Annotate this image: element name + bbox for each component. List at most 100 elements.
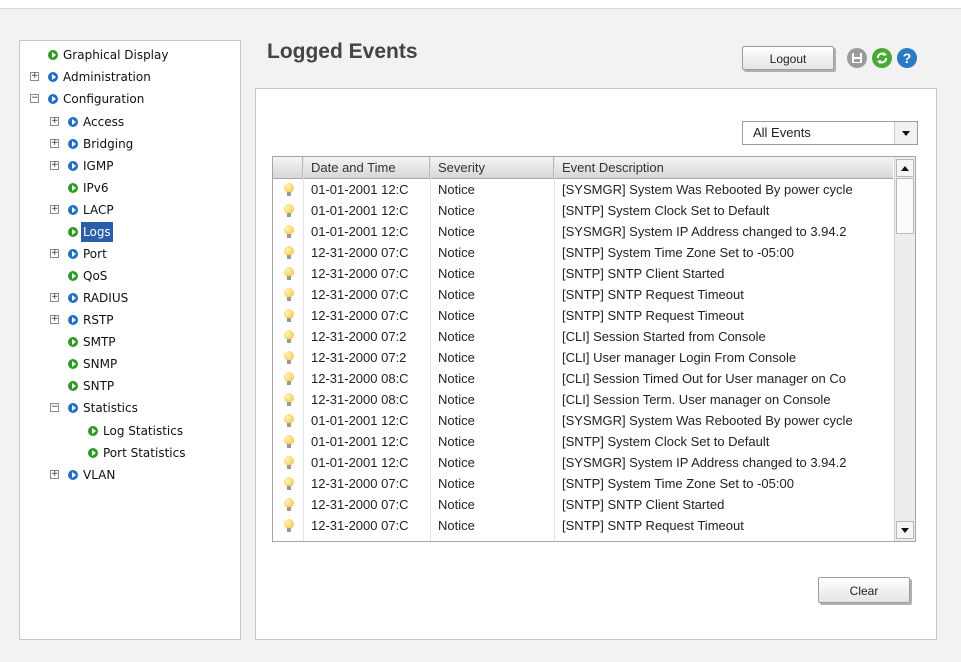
sidebar-item-label[interactable]: Configuration — [63, 89, 144, 109]
cell-date-time: 12-31-2000 07:C — [311, 266, 409, 281]
cell-date-time: 01-01-2001 12:C — [311, 224, 409, 239]
lightbulb-icon — [284, 414, 294, 427]
header-event-description[interactable]: Event Description — [554, 157, 893, 178]
sidebar-item-label[interactable]: QoS — [83, 266, 107, 286]
table-row[interactable]: 12-31-2000 08:C Notice [CLI] Session Term.… — [273, 389, 893, 410]
sidebar-item-label[interactable]: Graphical Display — [63, 45, 168, 65]
arrow-bullet-icon — [68, 161, 78, 171]
cell-severity: Notice — [438, 203, 475, 218]
cell-severity: Notice — [438, 371, 475, 386]
sidebar-item-label[interactable]: SNMP — [83, 354, 117, 374]
header-date-time[interactable]: Date and Time — [303, 157, 430, 178]
lightbulb-icon — [284, 267, 294, 280]
scroll-up-icon[interactable] — [896, 159, 914, 177]
sidebar-item-label[interactable]: RSTP — [83, 310, 114, 330]
lightbulb-icon — [284, 393, 294, 406]
lightbulb-icon — [284, 498, 294, 511]
sidebar-item-label[interactable]: Bridging — [83, 134, 133, 154]
cell-event-description: [SNTP] System Clock Set to Default — [562, 434, 770, 449]
expand-icon[interactable]: + — [30, 72, 39, 81]
sidebar-item-label[interactable]: SMTP — [83, 332, 116, 352]
help-icon[interactable]: ? — [897, 48, 917, 68]
lightbulb-icon — [284, 204, 294, 217]
arrow-bullet-icon — [68, 359, 78, 369]
sidebar-item-label[interactable]: Logs — [81, 222, 113, 242]
logout-button[interactable]: Logout — [742, 46, 834, 70]
cell-date-time: 12-31-2000 07:C — [311, 518, 409, 533]
event-filter-select[interactable]: All Events — [742, 121, 918, 145]
scroll-thumb[interactable] — [896, 178, 914, 234]
table-row[interactable]: 12-31-2000 07:C Notice [SNTP] SNTP Request… — [273, 305, 893, 326]
refresh-icon[interactable] — [872, 48, 892, 68]
cell-event-description: [SNTP] System Clock Set to Default — [562, 203, 770, 218]
cell-event-description: [SNTP] SNTP Request Timeout — [562, 287, 744, 302]
arrow-bullet-icon — [68, 470, 78, 480]
sidebar-item-label[interactable]: Port Statistics — [103, 443, 185, 463]
collapse-icon[interactable]: − — [50, 403, 59, 412]
chevron-down-icon[interactable] — [894, 122, 917, 144]
sidebar-item-label[interactable]: LACP — [83, 200, 114, 220]
arrow-bullet-icon — [48, 50, 58, 60]
sidebar-item-label[interactable]: IGMP — [83, 156, 113, 176]
cell-event-description: [SNTP] SNTP Request Timeout — [562, 308, 744, 323]
expand-icon[interactable]: + — [50, 470, 59, 479]
sidebar-item-label[interactable]: RADIUS — [83, 288, 128, 308]
sidebar-item-label[interactable]: Port — [83, 244, 107, 264]
arrow-bullet-icon — [68, 381, 78, 391]
cell-event-description: [SYSMGR] System IP Address changed to 3.… — [562, 455, 847, 470]
cell-date-time: 12-31-2000 07:C — [311, 287, 409, 302]
expand-icon[interactable]: + — [50, 161, 59, 170]
cell-severity: Notice — [438, 476, 475, 491]
header-severity[interactable]: Severity — [430, 157, 554, 178]
table-row[interactable]: 01-01-2001 12:C Notice [SNTP] System Clock… — [273, 200, 893, 221]
table-row[interactable]: 01-01-2001 12:C Notice [SNTP] System Clock… — [273, 431, 893, 452]
table-row[interactable]: 01-01-2001 12:C Notice [SYSMGR] System IP … — [273, 221, 893, 242]
clear-button[interactable]: Clear — [818, 577, 910, 603]
cell-severity: Notice — [438, 266, 475, 281]
cell-date-time: 01-01-2001 12:C — [311, 203, 409, 218]
lightbulb-icon — [284, 456, 294, 469]
table-row[interactable]: 12-31-2000 07:C Notice [SNTP] SNTP Client … — [273, 263, 893, 284]
cell-date-time: 12-31-2000 07:2 — [311, 329, 407, 344]
cell-event-description: [SNTP] System Time Zone Set to -05:00 — [562, 245, 794, 260]
table-row[interactable]: 12-31-2000 07:C Notice [SNTP] System Time … — [273, 242, 893, 263]
cell-severity: Notice — [438, 350, 475, 365]
table-row[interactable]: 12-31-2000 07:2 Notice [CLI] User manager … — [273, 347, 893, 368]
table-row[interactable]: 12-31-2000 07:C Notice [SNTP] System Time … — [273, 473, 893, 494]
table-row[interactable]: 12-31-2000 07:C Notice [SNTP] SNTP Request… — [273, 515, 893, 536]
sidebar-item-label[interactable]: Administration — [63, 67, 151, 87]
sidebar-item-label[interactable]: Access — [83, 112, 124, 132]
scroll-down-icon[interactable] — [896, 521, 914, 539]
table-row[interactable]: 01-01-2001 12:C Notice [SYSMGR] System IP … — [273, 452, 893, 473]
table-row[interactable]: 01-01-2001 12:C Notice [SYSMGR] System Was… — [273, 410, 893, 431]
sidebar-item-label[interactable]: SNTP — [83, 376, 114, 396]
expand-icon[interactable]: + — [50, 249, 59, 258]
expand-icon[interactable]: + — [50, 117, 59, 126]
cell-event-description: [CLI] Session Timed Out for User manager… — [562, 371, 846, 386]
expand-icon[interactable]: + — [50, 315, 59, 324]
table-row[interactable]: 01-01-2001 12:C Notice [SYSMGR] System Was… — [273, 179, 893, 200]
sidebar-item-label[interactable]: VLAN — [83, 465, 115, 485]
expand-icon[interactable]: + — [50, 293, 59, 302]
lightbulb-icon — [284, 183, 294, 196]
arrow-bullet-icon — [68, 139, 78, 149]
table-row[interactable]: 12-31-2000 07:C Notice [SNTP] SNTP Request… — [273, 284, 893, 305]
sidebar-item-label[interactable]: Statistics — [83, 398, 138, 418]
events-table: Date and Time Severity Event Description… — [272, 156, 916, 542]
collapse-icon[interactable]: − — [30, 94, 39, 103]
cell-date-time: 01-01-2001 12:C — [311, 413, 409, 428]
expand-icon[interactable]: + — [50, 205, 59, 214]
table-row[interactable]: 12-31-2000 07:2 Notice [CLI] Session Start… — [273, 326, 893, 347]
table-row[interactable]: 12-31-2000 08:C Notice [CLI] Session Timed… — [273, 368, 893, 389]
table-row[interactable]: 12-31-2000 07:C Notice [SNTP] SNTP Client … — [273, 494, 893, 515]
table-header: Date and Time Severity Event Description — [273, 157, 893, 179]
cell-date-time: 01-01-2001 12:C — [311, 455, 409, 470]
arrow-bullet-icon — [68, 337, 78, 347]
save-icon[interactable] — [847, 48, 867, 68]
vertical-scrollbar[interactable] — [894, 157, 915, 541]
header-icon-column — [273, 157, 303, 178]
expand-icon[interactable]: + — [50, 139, 59, 148]
sidebar-item-label[interactable]: Log Statistics — [103, 421, 183, 441]
event-filter-value: All Events — [753, 125, 811, 140]
sidebar-item-label[interactable]: IPv6 — [83, 178, 109, 198]
